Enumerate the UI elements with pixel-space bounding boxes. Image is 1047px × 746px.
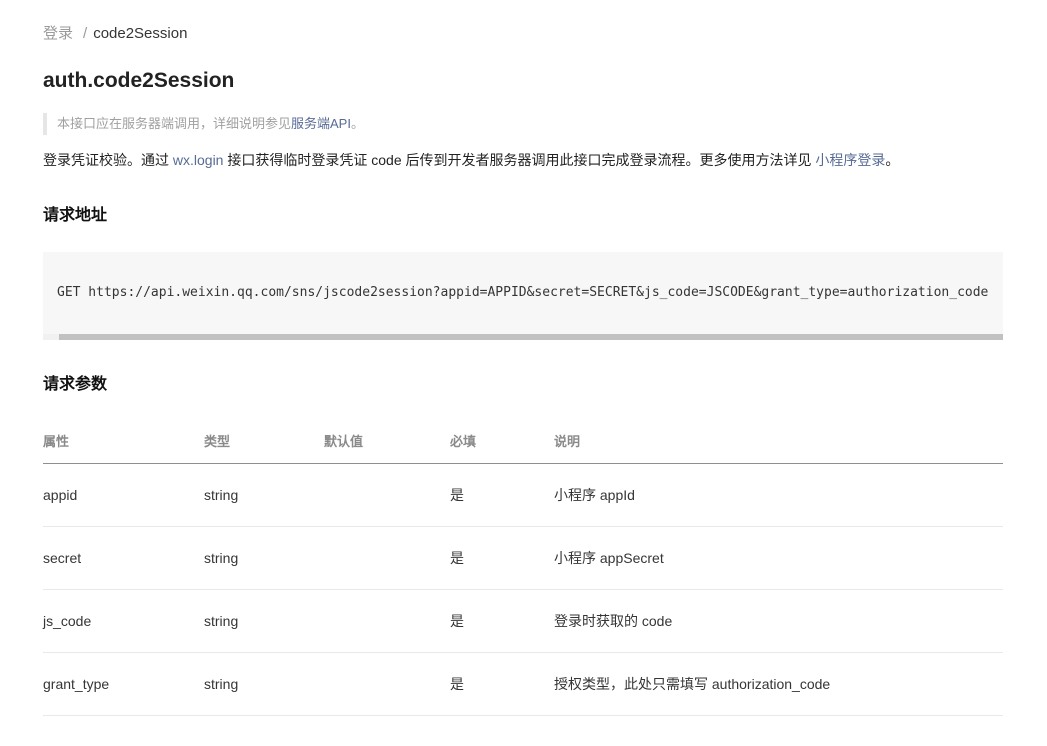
param-default xyxy=(324,589,450,653)
param-required: 是 xyxy=(450,652,554,716)
column-header-required: 必填 xyxy=(450,418,554,464)
param-type: string xyxy=(204,652,324,716)
param-description: 登录时获取的 code xyxy=(554,589,1003,653)
note-text: 本接口应在服务器端调用，详细说明参见 xyxy=(57,116,292,131)
request-url-code-block: GET https://api.weixin.qq.com/sns/jscode… xyxy=(43,252,1003,334)
table-row: secret string 是 小程序 appSecret xyxy=(43,526,1003,590)
note-suffix: 。 xyxy=(350,116,364,131)
request-params-heading: 请求参数 xyxy=(43,376,108,393)
param-name: grant_type xyxy=(43,652,204,716)
breadcrumb-current: code2Session xyxy=(93,25,188,42)
breadcrumb-parent-link[interactable]: 登录 xyxy=(43,25,73,42)
param-required: 是 xyxy=(450,463,554,527)
intro-text-3: 。 xyxy=(885,152,900,168)
column-header-type: 类型 xyxy=(204,418,324,464)
param-name: secret xyxy=(43,526,204,590)
code-horizontal-scrollbar[interactable] xyxy=(43,334,1003,340)
server-side-note: 本接口应在服务器端调用，详细说明参见服务端API。 xyxy=(43,113,364,135)
page-title: auth.code2Session xyxy=(43,69,235,92)
intro-paragraph: 登录凭证校验。通过 wx.login 接口获得临时登录凭证 code 后传到开发… xyxy=(43,149,899,171)
param-required: 是 xyxy=(450,589,554,653)
param-name: js_code xyxy=(43,589,204,653)
param-default xyxy=(324,463,450,527)
param-type: string xyxy=(204,463,324,527)
param-type: string xyxy=(204,589,324,653)
intro-text-2: 接口获得临时登录凭证 code 后传到开发者服务器调用此接口完成登录流程。更多使… xyxy=(223,152,816,168)
param-type: string xyxy=(204,526,324,590)
table-header-row: 属性 类型 默认值 必填 说明 xyxy=(43,418,1003,464)
table-row: grant_type string 是 授权类型，此处只需填写 authoriz… xyxy=(43,652,1003,716)
wx-login-link[interactable]: wx.login xyxy=(173,152,224,168)
param-required: 是 xyxy=(450,526,554,590)
miniprogram-login-link[interactable]: 小程序登录 xyxy=(815,152,885,168)
table-row: appid string 是 小程序 appId xyxy=(43,463,1003,527)
param-name: appid xyxy=(43,463,204,527)
table-row: js_code string 是 登录时获取的 code xyxy=(43,589,1003,653)
param-default xyxy=(324,652,450,716)
param-description: 授权类型，此处只需填写 authorization_code xyxy=(554,652,1003,716)
request-params-table: 属性 类型 默认值 必填 说明 appid string 是 小程序 appId… xyxy=(43,418,1003,716)
scrollbar-thumb[interactable] xyxy=(59,334,1003,340)
column-header-default: 默认值 xyxy=(324,418,450,464)
breadcrumb: 登录 / code2Session xyxy=(43,24,187,44)
param-default xyxy=(324,526,450,590)
column-header-description: 说明 xyxy=(554,418,1003,464)
request-url-code: GET https://api.weixin.qq.com/sns/jscode… xyxy=(57,285,989,300)
breadcrumb-separator: / xyxy=(83,25,88,42)
column-header-attribute: 属性 xyxy=(43,418,204,464)
request-address-heading: 请求地址 xyxy=(43,207,108,224)
param-description: 小程序 appId xyxy=(554,463,1003,527)
param-description: 小程序 appSecret xyxy=(554,526,1003,590)
intro-text-1: 登录凭证校验。通过 xyxy=(43,152,173,168)
server-api-link[interactable]: 服务端API xyxy=(291,116,351,131)
